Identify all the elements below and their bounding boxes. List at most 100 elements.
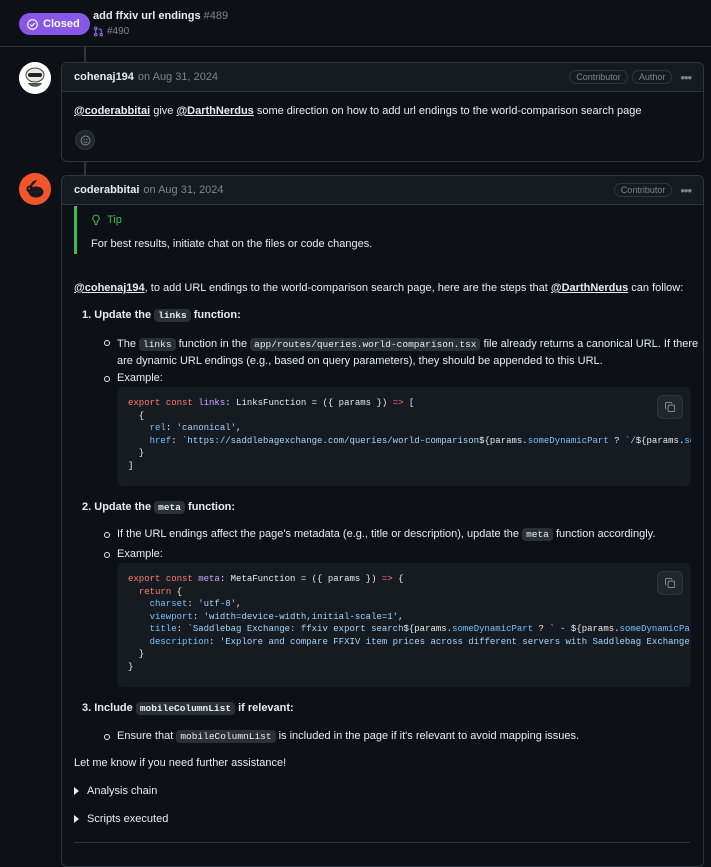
step-number: 2. — [82, 501, 92, 513]
bullet — [104, 376, 110, 382]
code-content: export const links: LinksFunction = ({ p… — [128, 397, 691, 472]
status-badge: Closed — [19, 13, 90, 35]
step-text: if relevant: — [235, 702, 294, 714]
comment-header: coderabbitai on Aug 31, 2024 Contributor… — [62, 176, 703, 205]
avatar-image — [19, 62, 51, 94]
details-scripts-executed[interactable]: Scripts executed — [74, 813, 168, 825]
step-text: function: — [190, 309, 241, 321]
comment-card: coderabbitai on Aug 31, 2024 Contributor… — [61, 175, 704, 867]
add-reaction-button[interactable] — [75, 130, 95, 150]
bullet-text: file already returns a canonical URL. If… — [480, 338, 699, 350]
code-line: viewport: 'width=device-width,initial-sc… — [149, 611, 404, 622]
step-2-bullet-2: Example: — [117, 548, 163, 560]
avatar[interactable] — [19, 62, 51, 94]
kebab-icon[interactable]: ••• — [680, 70, 692, 85]
inline-code: mobileColumnList — [176, 730, 276, 743]
code-line: description: 'Explore and compare FFXIV … — [149, 636, 691, 647]
mention-link[interactable]: @coderabbitai — [74, 105, 150, 117]
bullet-text: function accordingly. — [552, 528, 656, 540]
chevron-right-icon — [74, 815, 79, 824]
bullet-text: The — [117, 338, 140, 350]
comment-header: cohenaj194 on Aug 31, 2024 Contributor A… — [62, 63, 703, 92]
smiley-icon — [80, 135, 90, 145]
inline-code: links — [139, 338, 176, 351]
code-content: export const meta: MetaFunction = ({ par… — [128, 573, 691, 673]
copy-icon — [665, 402, 675, 412]
mention-link[interactable]: @DarthNerdus — [551, 282, 628, 294]
status-label: Closed — [43, 18, 80, 30]
step-text: Include — [94, 702, 136, 714]
code-line: ] — [128, 460, 134, 471]
code-line: href: `https://saddlebagexchange.com/que… — [149, 435, 691, 446]
code-line: { — [128, 410, 145, 421]
pr-header: Closed add ffxiv url endings #489 #490 — [0, 0, 711, 47]
pr-title-text: add ffxiv url endings — [93, 10, 201, 22]
intro-text: can follow: — [628, 282, 684, 294]
inline-code: mobileColumnList — [135, 702, 236, 715]
copy-button[interactable] — [657, 571, 683, 595]
code-line: } — [128, 649, 145, 659]
step-number: 3. — [82, 702, 92, 714]
comment-card: cohenaj194 on Aug 31, 2024 Contributor A… — [61, 62, 704, 162]
inline-code: links — [154, 309, 191, 322]
details-summary: Scripts executed — [87, 813, 169, 825]
bullet — [104, 340, 110, 346]
details-summary: Analysis chain — [87, 785, 158, 797]
linked-pr[interactable]: #490 — [93, 26, 129, 37]
code-line: export const links: LinksFunction = ({ p… — [128, 398, 415, 408]
bullet — [104, 532, 110, 538]
code-line: } — [128, 448, 145, 458]
code-line: export const meta: MetaFunction = ({ par… — [128, 574, 404, 584]
comment-date[interactable]: on Aug 31, 2024 — [138, 71, 218, 83]
linked-pr-number: #490 — [107, 26, 130, 37]
step-3-bullet-1: Ensure that mobileColumnList is included… — [117, 730, 580, 743]
step-2-heading: 2. Update the meta function: — [82, 501, 236, 514]
code-line: return { — [138, 586, 183, 597]
chevron-right-icon — [74, 787, 79, 796]
check-circle-icon — [27, 18, 38, 30]
tip-title-text: Tip — [107, 214, 122, 226]
inline-code: meta — [154, 501, 185, 514]
bullet-text: are dynamic URL endings (e.g., based on … — [117, 355, 603, 367]
bullet — [104, 734, 110, 740]
details-analysis-chain[interactable]: Analysis chain — [74, 785, 157, 797]
step-text: Update the — [94, 501, 155, 513]
step-text: Update the — [94, 309, 155, 321]
code-line: } — [128, 661, 134, 672]
copy-icon — [665, 578, 675, 588]
pr-title[interactable]: add ffxiv url endings #489 — [93, 10, 228, 22]
comment-author[interactable]: coderabbitai — [74, 184, 139, 196]
mention-link[interactable]: @cohenaj194 — [74, 282, 145, 294]
closing-text: Let me know if you need further assistan… — [74, 757, 287, 769]
comment-body: @coderabbitai give @DarthNerdus some dir… — [74, 105, 641, 117]
code-line: rel: 'canonical', — [149, 423, 242, 433]
step-1-heading: 1. Update the links function: — [82, 309, 241, 322]
contributor-badge: Contributor — [569, 70, 628, 84]
mention-link[interactable]: @DarthNerdus — [176, 105, 253, 117]
intro-text: , to add URL endings to the world-compar… — [144, 282, 551, 294]
pr-number: #489 — [203, 10, 229, 22]
step-1-bullet-2: Example: — [117, 372, 163, 384]
rabbit-logo-icon — [19, 173, 51, 205]
inline-code: meta — [522, 528, 553, 541]
code-line: title: `Saddlebag Exchange: ffxiv export… — [149, 624, 691, 634]
intro-paragraph: @cohenaj194, to add URL endings to the w… — [74, 282, 683, 294]
kebab-icon[interactable]: ••• — [680, 183, 692, 198]
bullet-text: If the URL endings affect the page's met… — [117, 528, 523, 540]
copy-button[interactable] — [657, 395, 683, 419]
comment-date[interactable]: on Aug 31, 2024 — [143, 184, 223, 196]
lightbulb-icon — [92, 214, 100, 225]
bullet — [104, 552, 110, 558]
divider — [74, 842, 690, 843]
code-line: charset: 'utf-8', — [149, 599, 242, 609]
bullet-text: is included in the page if it's relevant… — [275, 730, 580, 742]
step-text: function: — [184, 501, 236, 513]
git-pull-request-icon — [93, 26, 104, 37]
comment-text: some direction on how to add url endings… — [253, 105, 642, 117]
comment-text: give — [150, 105, 177, 117]
avatar[interactable] — [19, 173, 51, 205]
code-block: export const links: LinksFunction = ({ p… — [117, 387, 691, 486]
comment-author[interactable]: cohenaj194 — [74, 71, 134, 83]
author-badge: Author — [631, 70, 673, 84]
step-1-bullet-1: The links function in the app/routes/que… — [117, 336, 698, 370]
